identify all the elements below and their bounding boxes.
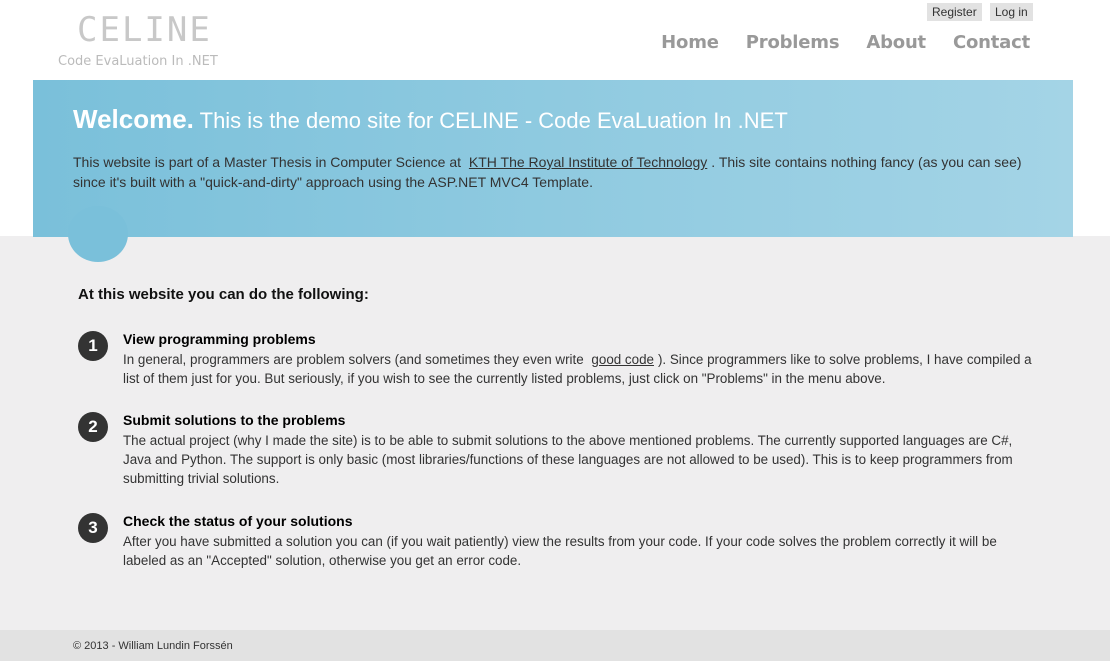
featured-banner: Welcome. This is the demo site for CELIN… <box>33 80 1073 237</box>
step-title: View programming problems <box>123 331 316 347</box>
nav-problems[interactable]: Problems <box>746 32 840 53</box>
nav-home[interactable]: Home <box>661 32 719 53</box>
main-heading: At this website you can do the following… <box>78 286 369 303</box>
kth-link[interactable]: KTH The Royal Institute of Technology <box>465 154 711 170</box>
good-code-link[interactable]: good code <box>587 352 658 367</box>
featured-text-before: This website is part of a Master Thesis … <box>73 154 462 170</box>
step-text-before: In general, programmers are problem solv… <box>123 352 584 367</box>
step-number-badge: 1 <box>78 331 108 361</box>
step-text: The actual project (why I made the site)… <box>123 433 1013 486</box>
featured-heading-strong: Welcome. <box>73 104 194 134</box>
register-link[interactable]: Register <box>927 3 982 21</box>
featured-description: This website is part of a Master Thesis … <box>73 152 1043 192</box>
step-number-badge: 3 <box>78 513 108 543</box>
step-title: Check the status of your solutions <box>123 513 353 529</box>
login-link[interactable]: Log in <box>990 3 1033 21</box>
site-logo-title[interactable]: CELINE <box>77 10 212 50</box>
site-logo-subtitle: Code EvaLuation In .NET <box>58 54 218 69</box>
copyright-text: © 2013 - William Lundin Forssén <box>73 640 233 652</box>
nav-contact[interactable]: Contact <box>953 32 1030 53</box>
step-number-badge: 2 <box>78 412 108 442</box>
footer: © 2013 - William Lundin Forssén <box>0 630 1110 661</box>
main-nav: Home Problems About Contact <box>661 32 1030 53</box>
step-text: In general, programmers are problem solv… <box>123 350 1038 388</box>
featured-heading: Welcome. This is the demo site for CELIN… <box>73 104 788 135</box>
nav-about[interactable]: About <box>866 32 926 53</box>
step-title: Submit solutions to the problems <box>123 412 346 428</box>
featured-bubble-decoration <box>68 206 128 262</box>
step-text: After you have submitted a solution you … <box>123 534 997 568</box>
featured-heading-text: This is the demo site for CELINE - Code … <box>199 108 788 133</box>
